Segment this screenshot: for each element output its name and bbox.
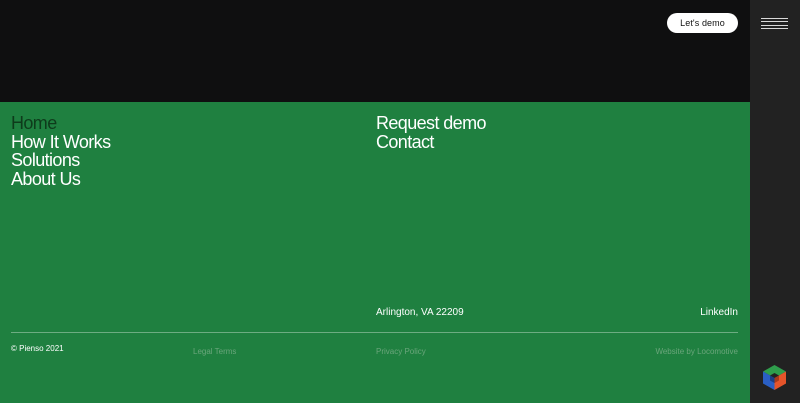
page: Let's demo Home How It Works Solutions A… <box>0 0 800 403</box>
footer-divider <box>11 332 738 333</box>
nav-item-request-demo[interactable]: Request demo <box>376 114 486 133</box>
lets-demo-button[interactable]: Let's demo <box>667 13 738 33</box>
nav-item-home[interactable]: Home <box>11 114 110 133</box>
cube-logo-icon[interactable] <box>762 364 787 391</box>
header-bar: Let's demo <box>0 0 750 102</box>
privacy-policy-link[interactable]: Privacy Policy <box>376 347 426 356</box>
nav-item-contact[interactable]: Contact <box>376 132 486 152</box>
hamburger-menu-icon[interactable] <box>761 18 788 29</box>
nav-item-about-us[interactable]: About Us <box>11 169 110 189</box>
legal-terms-link[interactable]: Legal Terms <box>193 347 236 356</box>
linkedin-link[interactable]: LinkedIn <box>700 307 738 318</box>
nav-item-solutions[interactable]: Solutions <box>11 151 110 170</box>
office-address: Arlington, VA 22209 <box>376 307 464 318</box>
primary-nav: Home How It Works Solutions About Us <box>11 114 111 189</box>
secondary-nav: Request demo Contact <box>376 114 486 151</box>
right-sidebar <box>750 0 800 403</box>
copyright-text: © Pienso 2021 <box>11 344 64 353</box>
footer-menu-panel: Home How It Works Solutions About Us Req… <box>0 102 750 403</box>
website-credit-link[interactable]: Website by Locomotive <box>655 347 738 356</box>
nav-item-how-it-works[interactable]: How It Works <box>11 132 111 152</box>
